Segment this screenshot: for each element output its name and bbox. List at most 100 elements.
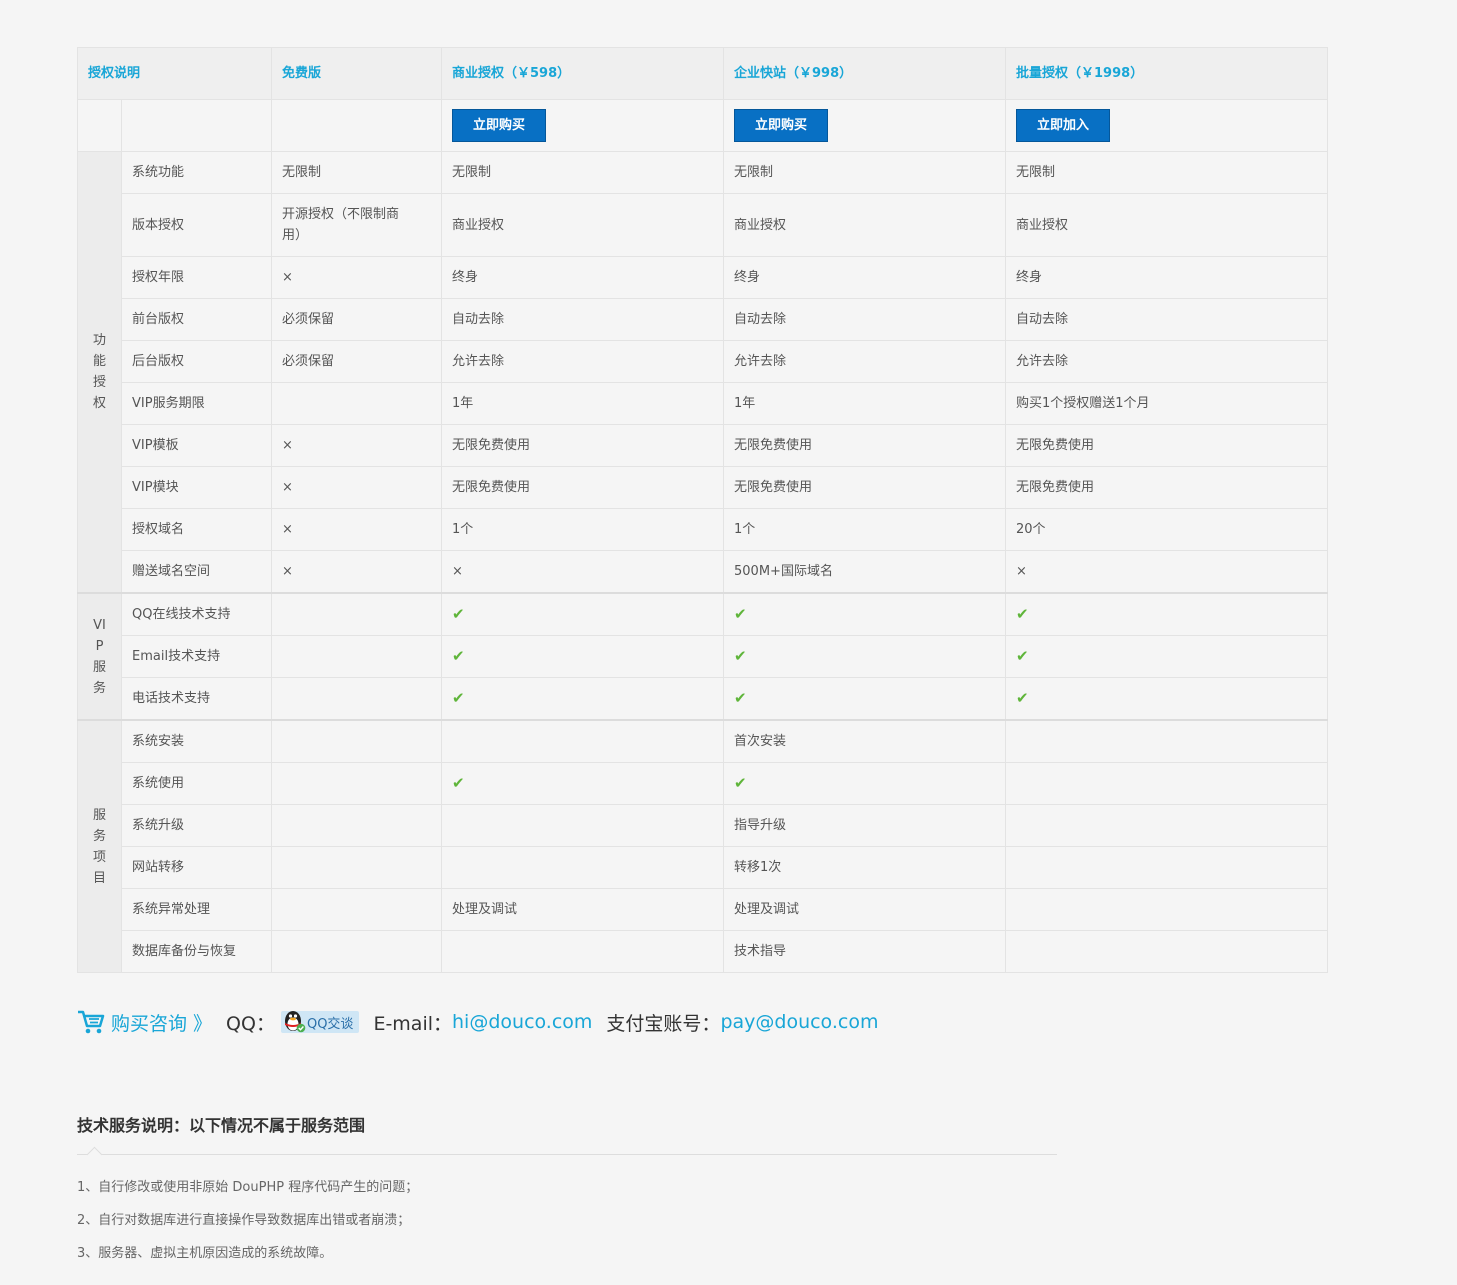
cell-free [271, 677, 443, 721]
cell-free [271, 635, 443, 678]
group-label: 服务项目 [92, 807, 106, 886]
cell-bulk: ✔ [1005, 592, 1329, 636]
cell-enterprise: 处理及调试 [723, 888, 1007, 931]
row-label: 前台版权 [120, 298, 273, 341]
check-icon: ✔ [452, 604, 465, 623]
cell-bulk: 自动去除 [1005, 298, 1329, 341]
cell-value: 无限制 [452, 165, 492, 180]
row-label: 赠送域名空间 [120, 550, 273, 594]
table-row: VIP服务期限 1年 1年 购买1个授权赠送1个月 [78, 382, 1329, 425]
row-label: VIP服务期限 [120, 382, 273, 425]
cell-free: × [271, 550, 443, 594]
cell-value: 商业授权 [452, 217, 505, 233]
notes-title: 技术服务说明：以下情况不属于服务范围 [77, 1112, 1057, 1155]
row-label: 版本授权 [120, 193, 273, 257]
cell-value: 无限免费使用 [452, 480, 531, 495]
table-row: VIP服务 QQ在线技术支持 ✔ ✔ ✔ [77, 592, 1329, 721]
cell-value: 终身 [452, 270, 479, 285]
cell-commercial [441, 719, 725, 763]
cell-free: × [271, 466, 443, 509]
header-free: 免费版 [271, 47, 443, 100]
cell-commercial: 无限免费使用 [441, 466, 725, 509]
bulk-join-button[interactable]: 立即加入 [1016, 109, 1111, 142]
cell-value: 1年 [452, 396, 474, 411]
cell-value: 自动去除 [452, 312, 505, 327]
cell-free: × [271, 424, 443, 467]
email-link[interactable]: hi@douco.com [452, 1011, 592, 1033]
cell-commercial [441, 930, 725, 973]
cell-commercial: 处理及调试 [441, 888, 725, 931]
cell-enterprise: 技术指导 [723, 930, 1007, 973]
row-label: 授权年限 [120, 256, 273, 299]
cell-value: 允许去除 [452, 354, 505, 369]
buy-button-row: 立即购买 立即购买 立即加入 [77, 99, 1329, 152]
purchase-consult-link[interactable]: 购买咨询 》 [111, 1009, 212, 1036]
cell-value: 无限免费使用 [734, 480, 813, 495]
cell-value: 开源授权（不限制商用） [282, 207, 400, 243]
cell-bulk: 无限免费使用 [1005, 424, 1329, 467]
table-row: 授权年限 × 终身 终身 终身 [78, 256, 1329, 299]
cell-value: 必须保留 [282, 312, 335, 327]
table-header-row: 授权说明 免费版 商业授权（￥598） 企业快站（￥998） 批量授权（￥199… [76, 47, 1329, 100]
cell-enterprise: 商业授权 [723, 193, 1007, 257]
row-label: 网站转移 [120, 846, 273, 889]
enterprise-buy-button[interactable]: 立即购买 [734, 109, 829, 142]
shopping-cart-icon [78, 1010, 105, 1034]
cell-value: 处理及调试 [452, 902, 518, 917]
check-icon: ✔ [452, 646, 465, 665]
table-row: 服务项目 系统安装 首次安装 [77, 719, 1329, 973]
cell-bulk [1005, 846, 1329, 889]
cell-value: 处理及调试 [734, 902, 800, 917]
enterprise-buy-cell: 立即购买 [723, 99, 1007, 152]
cell-free: 无限制 [271, 151, 443, 194]
cell-bulk: ✔ [1005, 635, 1329, 678]
cell-value: 商业授权 [1016, 217, 1069, 233]
cell-bulk [1005, 804, 1329, 847]
row-label: QQ在线技术支持 [120, 592, 273, 636]
cell-value: 自动去除 [1016, 312, 1069, 327]
group-vip-service: VIP服务 [77, 592, 122, 721]
row-label: 系统安装 [120, 719, 273, 763]
row-label: VIP模块 [120, 466, 273, 509]
cell-enterprise: 1个 [723, 508, 1007, 551]
cell-enterprise: 自动去除 [723, 298, 1007, 341]
cell-enterprise: 指导升级 [723, 804, 1007, 847]
cell-value: 无限制 [1016, 165, 1056, 180]
cell-enterprise: 无限制 [723, 151, 1007, 194]
check-icon: ✔ [1016, 688, 1029, 707]
check-icon: ✔ [452, 773, 465, 792]
check-icon: ✔ [452, 688, 465, 707]
cell-value: 必须保留 [282, 354, 335, 369]
qq-label: QQ： [226, 1012, 275, 1035]
cell-enterprise: 1年 [723, 382, 1007, 425]
table-row: 版本授权 开源授权（不限制商用） 商业授权 商业授权 商业授权 [78, 193, 1329, 257]
table-row: 系统使用 ✔ ✔ [78, 762, 1329, 805]
empty-cell [271, 99, 443, 152]
check-icon: ✔ [734, 773, 747, 792]
header-license-desc: 授权说明 [76, 47, 273, 100]
cell-bulk: 购买1个授权赠送1个月 [1005, 382, 1329, 425]
cell-free [271, 719, 443, 763]
cell-commercial: ✔ [441, 635, 725, 678]
cell-free [271, 592, 443, 636]
cell-free: 必须保留 [271, 298, 443, 341]
cell-bulk: ✔ [1005, 677, 1329, 721]
table-row: 数据库备份与恢复 技术指导 [78, 930, 1329, 973]
group-feature-license: 功能授权 [77, 151, 122, 594]
cell-value: 转移1次 [734, 860, 782, 875]
cell-commercial: 无限免费使用 [441, 424, 725, 467]
cell-bulk: 允许去除 [1005, 340, 1329, 383]
alipay-account-link[interactable]: pay@douco.com [720, 1011, 878, 1033]
qq-chat-button[interactable]: QQ交谈 [280, 1011, 360, 1033]
table-row: VIP模板 × 无限免费使用 无限免费使用 无限免费使用 [78, 424, 1329, 467]
commercial-buy-button[interactable]: 立即购买 [452, 109, 547, 142]
cell-enterprise: 无限免费使用 [723, 424, 1007, 467]
cell-value: 20个 [1016, 522, 1046, 537]
cell-commercial: ✔ [441, 762, 725, 805]
cell-commercial [441, 846, 725, 889]
cell-value: 无限免费使用 [1016, 480, 1095, 495]
cell-commercial: ✔ [441, 592, 725, 636]
empty-cell [120, 99, 273, 152]
table-row: 电话技术支持 ✔ ✔ ✔ [78, 677, 1329, 721]
cell-commercial [441, 804, 725, 847]
